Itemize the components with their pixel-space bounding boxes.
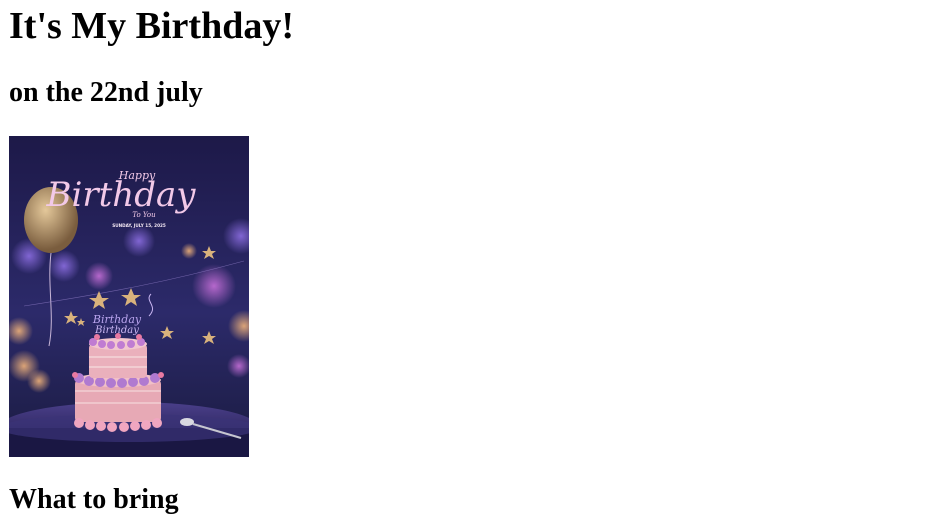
birthday-cake-image: Happy Birthday To You SUNDAY, JULY 15, 2…: [9, 136, 249, 457]
what-to-bring-heading: What to bring: [9, 484, 179, 515]
page-title: It's My Birthday!: [9, 5, 294, 47]
poster-birthday-text: Birthday: [46, 175, 197, 215]
svg-text:Birthday: Birthday: [94, 325, 139, 336]
svg-text:To You: To You: [132, 211, 156, 219]
page-subtitle: on the 22nd july: [9, 77, 203, 108]
svg-text:SUNDAY, JULY 15, 2025: SUNDAY, JULY 15, 2025: [112, 223, 166, 228]
